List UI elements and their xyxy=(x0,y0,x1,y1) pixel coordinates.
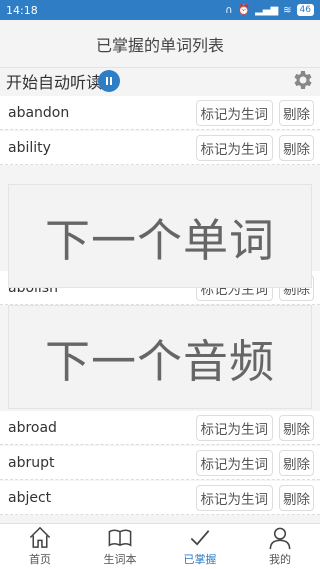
tab-label: 生词本 xyxy=(103,553,137,566)
word-text: abandon xyxy=(8,104,70,121)
tab-vocabulary[interactable]: 生词本 xyxy=(80,524,160,569)
page-title: 已掌握的单词列表 xyxy=(0,20,320,68)
pause-icon xyxy=(106,77,113,85)
mark-unknown-button[interactable]: 标记为生词 xyxy=(195,134,273,161)
battery-icon: 46 xyxy=(296,4,314,16)
status-icons: ∩ ⏰ ▂▄▆ ≋ 46 xyxy=(225,4,314,16)
remove-button[interactable]: 剔除 xyxy=(279,449,314,476)
word-text: abroad xyxy=(8,419,57,436)
signal-icon: ▂▄▆ xyxy=(255,4,279,16)
wifi-icon: ≋ xyxy=(283,4,292,16)
home-icon xyxy=(29,526,51,548)
tab-label: 我的 xyxy=(269,553,291,566)
status-bar: 14:18 ∩ ⏰ ▂▄▆ ≋ 46 xyxy=(0,0,320,20)
tab-label: 已掌握 xyxy=(183,553,217,566)
mark-unknown-button[interactable]: 标记为生词 xyxy=(195,414,273,441)
user-icon xyxy=(269,527,291,550)
mark-unknown-button[interactable]: 标记为生词 xyxy=(195,99,273,126)
tab-label: 首页 xyxy=(29,553,51,566)
next-audio-button[interactable]: 下一个音频 xyxy=(8,305,312,409)
remove-button[interactable]: 剔除 xyxy=(279,484,314,511)
next-word-button[interactable]: 下一个单词 xyxy=(8,184,312,288)
list-item: abroad 标记为生词 剔除 xyxy=(0,411,320,445)
tab-home[interactable]: 首页 xyxy=(0,524,80,569)
list-item: ability 标记为生词 剔除 xyxy=(0,131,320,165)
mark-unknown-button[interactable]: 标记为生词 xyxy=(195,449,273,476)
alarm-icon: ⏰ xyxy=(237,4,251,16)
pause-button[interactable] xyxy=(98,70,121,92)
word-text: abrupt xyxy=(8,454,55,471)
toolbar: 开始自动听读 xyxy=(0,68,320,94)
remove-button[interactable]: 剔除 xyxy=(279,414,314,441)
bottom-tab-bar: 首页 生词本 已掌握 我的 xyxy=(0,523,320,569)
list-item: abrupt 标记为生词 剔除 xyxy=(0,446,320,480)
remove-button[interactable]: 剔除 xyxy=(279,99,314,126)
list-item: abject 标记为生词 剔除 xyxy=(0,481,320,515)
word-text: abject xyxy=(8,489,52,506)
tab-profile[interactable]: 我的 xyxy=(240,524,320,569)
word-text: ability xyxy=(8,139,51,156)
tab-mastered[interactable]: 已掌握 xyxy=(160,524,240,569)
book-icon xyxy=(108,529,132,547)
mark-unknown-button[interactable]: 标记为生词 xyxy=(195,484,273,511)
check-icon xyxy=(190,530,210,546)
gear-icon[interactable] xyxy=(290,68,314,92)
headphones-icon: ∩ xyxy=(225,4,233,16)
status-time: 14:18 xyxy=(6,3,38,17)
list-item: abandon 标记为生词 剔除 xyxy=(0,96,320,130)
remove-button[interactable]: 剔除 xyxy=(279,134,314,161)
auto-listen-label[interactable]: 开始自动听读 xyxy=(6,69,102,93)
